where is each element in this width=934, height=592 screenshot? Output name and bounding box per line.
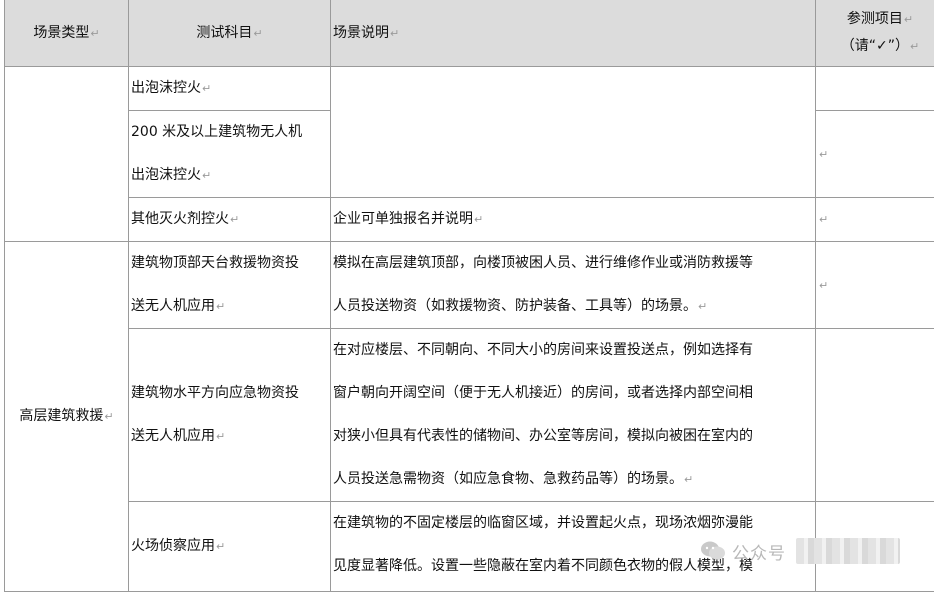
participation-cell[interactable]: ↵: [816, 111, 934, 198]
table-row: 高层建筑救援↵ 建筑物顶部天台救援物资投 送无人机应用↵ 模拟在高层建筑顶部，向…: [5, 242, 934, 329]
subject-cell: 其他灭火剂控火↵: [129, 198, 331, 242]
subject-cell: 出泡沫控火↵: [129, 67, 331, 111]
header-participation: 参测项目↵ （请“✓”）↵: [816, 0, 934, 67]
participation-cell[interactable]: [816, 67, 934, 111]
header-scene-type: 场景类型↵: [5, 0, 129, 67]
description-cell-empty: [331, 67, 816, 198]
table-row: 出泡沫控火↵: [5, 67, 934, 111]
participation-cell[interactable]: ↵: [816, 242, 934, 329]
watermark: 公众号: [700, 533, 934, 569]
scene-table: 场景类型↵ 测试科目↵ 场景说明↵ 参测项目↵ （请“✓”）↵ 出泡沫控火↵ 2…: [4, 0, 934, 592]
watermark-blurred-name: [796, 538, 900, 564]
subject-cell: 火场侦察应用↵: [129, 502, 331, 592]
scene-type-cell: 高层建筑救援↵: [5, 242, 129, 592]
table-header-row: 场景类型↵ 测试科目↵ 场景说明↵ 参测项目↵ （请“✓”）↵: [5, 0, 934, 67]
table-row: 建筑物水平方向应急物资投 送无人机应用↵ 在对应楼层、不同朝向、不同大小的房间来…: [5, 329, 934, 502]
header-test-subject: 测试科目↵: [129, 0, 331, 67]
participation-cell[interactable]: ↵: [816, 198, 934, 242]
subject-cell: 200 米及以上建筑物无人机 出泡沫控火↵: [129, 111, 331, 198]
wechat-icon: [700, 540, 726, 562]
scene-type-cell-empty: [5, 67, 129, 242]
description-cell: 企业可单独报名并说明↵: [331, 198, 816, 242]
description-cell: 模拟在高层建筑顶部，向楼顶被困人员、进行维修作业或消防救援等 人员投送物资（如救…: [331, 242, 816, 329]
subject-cell: 建筑物水平方向应急物资投 送无人机应用↵: [129, 329, 331, 502]
subject-cell: 建筑物顶部天台救援物资投 送无人机应用↵: [129, 242, 331, 329]
checkmark-icon: ✓: [876, 38, 888, 54]
description-cell: 在对应楼层、不同朝向、不同大小的房间来设置投送点，例如选择有 窗户朝向开阔空间（…: [331, 329, 816, 502]
table-row: 其他灭火剂控火↵ 企业可单独报名并说明↵ ↵: [5, 198, 934, 242]
watermark-text: 公众号: [732, 539, 786, 564]
participation-cell[interactable]: [816, 329, 934, 502]
header-scene-description: 场景说明↵: [331, 0, 816, 67]
